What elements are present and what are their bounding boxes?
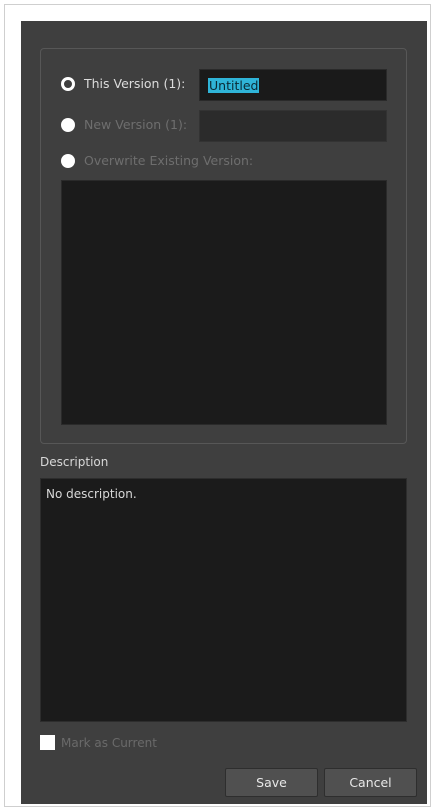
mark-as-current-label: Mark as Current <box>61 735 157 750</box>
save-button[interactable]: Save <box>225 768 318 797</box>
new-version-radio[interactable] <box>61 117 75 132</box>
this-version-radio[interactable] <box>61 76 75 91</box>
description-textarea[interactable]: No description. <box>40 478 407 722</box>
this-version-name-field[interactable]: Untitled <box>199 69 387 101</box>
save-version-dialog: This Version (1): Untitled New Version (… <box>21 21 427 804</box>
this-version-name-text: Untitled <box>208 78 260 93</box>
new-version-label: New Version (1): <box>84 117 188 132</box>
overwrite-version-label: Overwrite Existing Version: <box>84 153 254 168</box>
existing-versions-list[interactable] <box>61 180 387 425</box>
this-version-label: This Version (1): <box>84 76 186 91</box>
mark-as-current-option[interactable]: Mark as Current <box>40 735 157 750</box>
version-options-group: This Version (1): Untitled New Version (… <box>40 48 407 444</box>
description-label: Description <box>40 455 109 469</box>
overwrite-version-radio[interactable] <box>61 153 75 168</box>
cancel-button[interactable]: Cancel <box>324 768 417 797</box>
this-version-option[interactable]: This Version (1): <box>61 76 185 91</box>
new-version-name-field[interactable] <box>199 110 387 142</box>
new-version-option[interactable]: New Version (1): <box>61 117 187 132</box>
overwrite-version-option[interactable]: Overwrite Existing Version: <box>61 153 253 168</box>
mark-as-current-checkbox[interactable] <box>40 735 55 750</box>
